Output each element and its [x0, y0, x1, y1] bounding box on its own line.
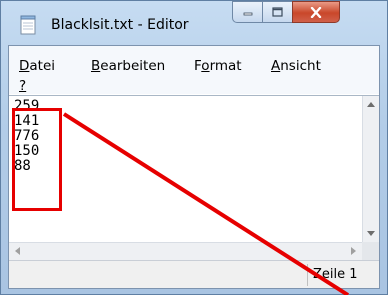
annotation-arrow-line	[62, 112, 350, 295]
